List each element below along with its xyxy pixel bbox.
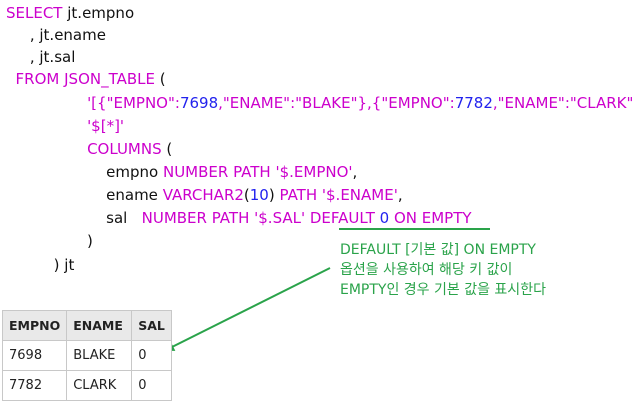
column-name-empno: empno — [106, 163, 163, 181]
path-sal: '$.SAL' — [249, 209, 306, 227]
default-clause-underline — [339, 228, 490, 230]
code-line-9: ename VARCHAR2(10) PATH '$.ENAME', — [106, 186, 403, 204]
code-line-2: , jt.ename — [6, 24, 106, 46]
type-number-path-sal: NUMBER PATH — [141, 209, 250, 227]
keyword-columns: COLUMNS — [87, 140, 162, 158]
code-line-7: COLUMNS ( — [87, 140, 173, 158]
json-string-part-3: ,"ENAME":"CLARK"}]' — [492, 94, 632, 112]
path-empno: '$.EMPNO' — [270, 163, 353, 181]
cell-sal: 0 — [131, 340, 173, 371]
varchar-length: 10 — [249, 186, 269, 204]
column-name-ename: ename — [106, 186, 163, 204]
cell-ename: BLAKE — [66, 340, 133, 371]
table-row: 7698 BLAKE 0 — [1, 340, 173, 371]
cell-sal: 0 — [131, 370, 173, 401]
table-header-row: EMPNO ENAME SAL — [1, 310, 173, 341]
json-number-7782: 7782 — [454, 94, 493, 112]
cell-empno: 7782 — [1, 370, 68, 401]
header-empno: EMPNO — [1, 310, 68, 341]
code-line-12: ) jt — [6, 254, 75, 276]
code-line-4: FROM JSON_TABLE ( — [6, 68, 166, 90]
json-string-part-1: '[{"EMPNO": — [87, 94, 180, 112]
select-column-sal: , jt.sal — [6, 48, 76, 66]
code-line-6: '$[*]' — [6, 115, 124, 137]
type-varchar2: VARCHAR2 — [162, 186, 244, 204]
open-paren: ( — [154, 70, 166, 88]
header-ename: ENAME — [66, 310, 133, 341]
header-sal: SAL — [131, 310, 173, 341]
annotation-line-2: 옵션을 사용하여 해당 키 값이 — [340, 262, 513, 278]
keyword-from: FROM — [15, 70, 60, 88]
json-path-root: '$[*]' — [87, 117, 125, 135]
code-line-10: sal NUMBER PATH '$.SAL' DEFAULT 0 ON EMP… — [6, 207, 472, 229]
close-paren-json-table: ) jt — [6, 256, 75, 274]
keyword-path: PATH — [274, 186, 318, 204]
select-column-ename: , jt.ename — [6, 26, 106, 44]
annotation-note: DEFAULT [기본 값] ON EMPTY 옵션을 사용하여 해당 키 값이… — [340, 240, 628, 300]
code-line-1: SELECT jt.empno — [6, 2, 134, 24]
annotation-line-1: DEFAULT [기본 값] ON EMPTY — [340, 242, 536, 258]
code-line-11: ) — [6, 230, 93, 252]
keyword-json-table: JSON_TABLE — [59, 70, 155, 88]
code-line-8: empno NUMBER PATH '$.EMPNO', — [106, 163, 358, 181]
keyword-on-empty: ON EMPTY — [389, 209, 472, 227]
code-line-5: '[{"EMPNO":7698,"ENAME":"BLAKE"},{"EMPNO… — [6, 92, 632, 114]
json-string-part-2: ,"ENAME":"BLAKE"},{"EMPNO": — [218, 94, 455, 112]
cell-empno: 7698 — [1, 340, 68, 371]
keyword-default: DEFAULT — [305, 209, 380, 227]
table-row: 7782 CLARK 0 — [1, 370, 173, 401]
cell-ename: CLARK — [66, 370, 133, 401]
result-table: EMPNO ENAME SAL 7698 BLAKE 0 7782 CLARK … — [1, 310, 173, 401]
json-number-7698: 7698 — [179, 94, 219, 112]
column-name-sal: sal — [106, 209, 142, 227]
type-number-path: NUMBER PATH — [162, 163, 271, 181]
close-paren-columns: ) — [6, 232, 93, 250]
keyword-select: SELECT — [6, 4, 63, 22]
annotation-line-3: EMPTY인 경우 기본 값을 표시한다 — [340, 282, 546, 298]
path-ename: '$.ENAME' — [317, 186, 398, 204]
default-value: 0 — [379, 209, 390, 227]
select-column-empno: jt.empno — [62, 4, 135, 22]
code-line-3: , jt.sal — [6, 46, 76, 68]
